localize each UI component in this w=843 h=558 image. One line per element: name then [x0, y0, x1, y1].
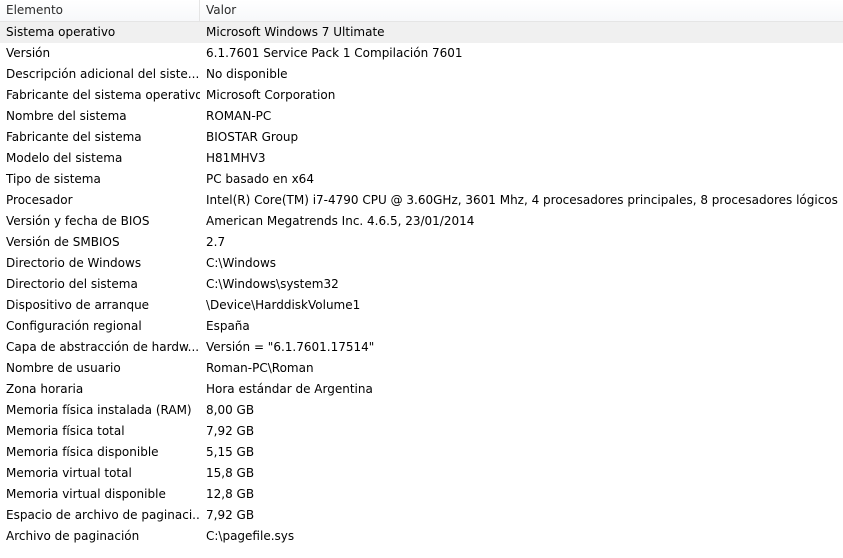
value-cell: 6.1.7601 Service Pack 1 Compilación 7601: [206, 46, 463, 60]
value-cell: España: [206, 319, 250, 333]
column-header-element[interactable]: Elemento: [0, 0, 200, 21]
table-row[interactable]: Sistema operativo Microsoft Windows 7 Ult…: [0, 22, 843, 43]
table-row[interactable]: Memoria física instalada (RAM) 8,00 GB: [0, 400, 843, 421]
value-cell: 15,8 GB: [206, 466, 255, 480]
element-cell: Memoria física instalada (RAM): [6, 403, 192, 417]
table-row[interactable]: Fabricante del sistema BIOSTAR Group: [0, 127, 843, 148]
table-row[interactable]: Nombre de usuario Roman-PC\Roman: [0, 358, 843, 379]
table-row[interactable]: Zona horaria Hora estándar de Argentina: [0, 379, 843, 400]
value-cell: Microsoft Windows 7 Ultimate: [206, 25, 385, 39]
element-cell: Tipo de sistema: [6, 172, 101, 186]
value-cell: 8,00 GB: [206, 403, 255, 417]
element-cell: Sistema operativo: [6, 25, 116, 39]
table-row[interactable]: Memoria virtual disponible 12,8 GB: [0, 484, 843, 505]
table-row[interactable]: Configuración regional España: [0, 316, 843, 337]
value-cell: American Megatrends Inc. 4.6.5, 23/01/20…: [206, 214, 475, 228]
table-row[interactable]: Fabricante del sistema operativo Microsof…: [0, 85, 843, 106]
element-cell: Procesador: [6, 193, 73, 207]
element-cell: Memoria virtual disponible: [6, 487, 166, 501]
element-cell: Capa de abstracción de hardw...: [6, 340, 200, 354]
column-header-value[interactable]: Valor: [200, 0, 843, 21]
table-row[interactable]: Archivo de paginación C:\pagefile.sys: [0, 526, 843, 547]
value-cell: 7,92 GB: [206, 424, 255, 438]
value-cell: No disponible: [206, 67, 288, 81]
table-row[interactable]: Directorio del sistema C:\Windows\system3…: [0, 274, 843, 295]
element-cell: Memoria física disponible: [6, 445, 159, 459]
element-cell: Modelo del sistema: [6, 151, 123, 165]
element-cell: Archivo de paginación: [6, 529, 140, 543]
table-row[interactable]: Memoria física total 7,92 GB: [0, 421, 843, 442]
table-row[interactable]: Capa de abstracción de hardw... Versión =…: [0, 337, 843, 358]
value-cell: C:\Windows: [206, 256, 277, 270]
list-body: Sistema operativo Microsoft Windows 7 Ult…: [0, 22, 843, 547]
value-cell: Versión = "6.1.7601.17514": [206, 340, 375, 354]
value-cell: H81MHV3: [206, 151, 266, 165]
list-header: Elemento Valor: [0, 0, 843, 22]
value-cell: Intel(R) Core(TM) i7-4790 CPU @ 3.60GHz,…: [206, 193, 838, 207]
element-cell: Dispositivo de arranque: [6, 298, 150, 312]
value-cell: Roman-PC\Roman: [206, 361, 314, 375]
element-cell: Memoria virtual total: [6, 466, 132, 480]
table-row[interactable]: Versión de SMBIOS 2.7: [0, 232, 843, 253]
table-row[interactable]: Descripción adicional del siste... No dis…: [0, 64, 843, 85]
element-cell: Memoria física total: [6, 424, 125, 438]
value-cell: Microsoft Corporation: [206, 88, 336, 102]
value-cell: 12,8 GB: [206, 487, 255, 501]
element-cell: Espacio de archivo de paginaci...: [6, 508, 200, 522]
table-row[interactable]: Directorio de Windows C:\Windows: [0, 253, 843, 274]
element-cell: Fabricante del sistema operativo: [6, 88, 200, 102]
element-cell: Configuración regional: [6, 319, 142, 333]
table-row[interactable]: Memoria física disponible 5,15 GB: [0, 442, 843, 463]
table-row[interactable]: Versión y fecha de BIOS American Megatren…: [0, 211, 843, 232]
value-cell: Hora estándar de Argentina: [206, 382, 373, 396]
element-cell: Fabricante del sistema: [6, 130, 142, 144]
element-cell: Versión: [6, 46, 51, 60]
element-cell: Zona horaria: [6, 382, 84, 396]
value-cell: C:\pagefile.sys: [206, 529, 295, 543]
element-cell: Nombre del sistema: [6, 109, 127, 123]
table-row[interactable]: Dispositivo de arranque \Device\HarddiskV…: [0, 295, 843, 316]
value-cell: C:\Windows\system32: [206, 277, 339, 291]
element-cell: Versión y fecha de BIOS: [6, 214, 150, 228]
system-summary-list: Elemento Valor Sistema operativo Microsof…: [0, 0, 843, 558]
value-cell: 7,92 GB: [206, 508, 255, 522]
value-cell: 5,15 GB: [206, 445, 255, 459]
table-row[interactable]: Versión 6.1.7601 Service Pack 1 Compilaci…: [0, 43, 843, 64]
table-row[interactable]: Tipo de sistema PC basado en x64: [0, 169, 843, 190]
table-row[interactable]: Espacio de archivo de paginaci... 7,92 GB: [0, 505, 843, 526]
element-cell: Descripción adicional del siste...: [6, 67, 200, 81]
value-cell: ROMAN-PC: [206, 109, 272, 123]
element-cell: Nombre de usuario: [6, 361, 121, 375]
table-row[interactable]: Memoria virtual total 15,8 GB: [0, 463, 843, 484]
table-row[interactable]: Nombre del sistema ROMAN-PC: [0, 106, 843, 127]
table-row[interactable]: Procesador Intel(R) Core(TM) i7-4790 CPU …: [0, 190, 843, 211]
value-cell: PC basado en x64: [206, 172, 314, 186]
element-cell: Directorio de Windows: [6, 256, 142, 270]
value-cell: 2.7: [206, 235, 226, 249]
value-cell: \Device\HarddiskVolume1: [206, 298, 361, 312]
table-row[interactable]: Modelo del sistema H81MHV3: [0, 148, 843, 169]
value-cell: BIOSTAR Group: [206, 130, 299, 144]
element-cell: Versión de SMBIOS: [6, 235, 120, 249]
element-cell: Directorio del sistema: [6, 277, 138, 291]
